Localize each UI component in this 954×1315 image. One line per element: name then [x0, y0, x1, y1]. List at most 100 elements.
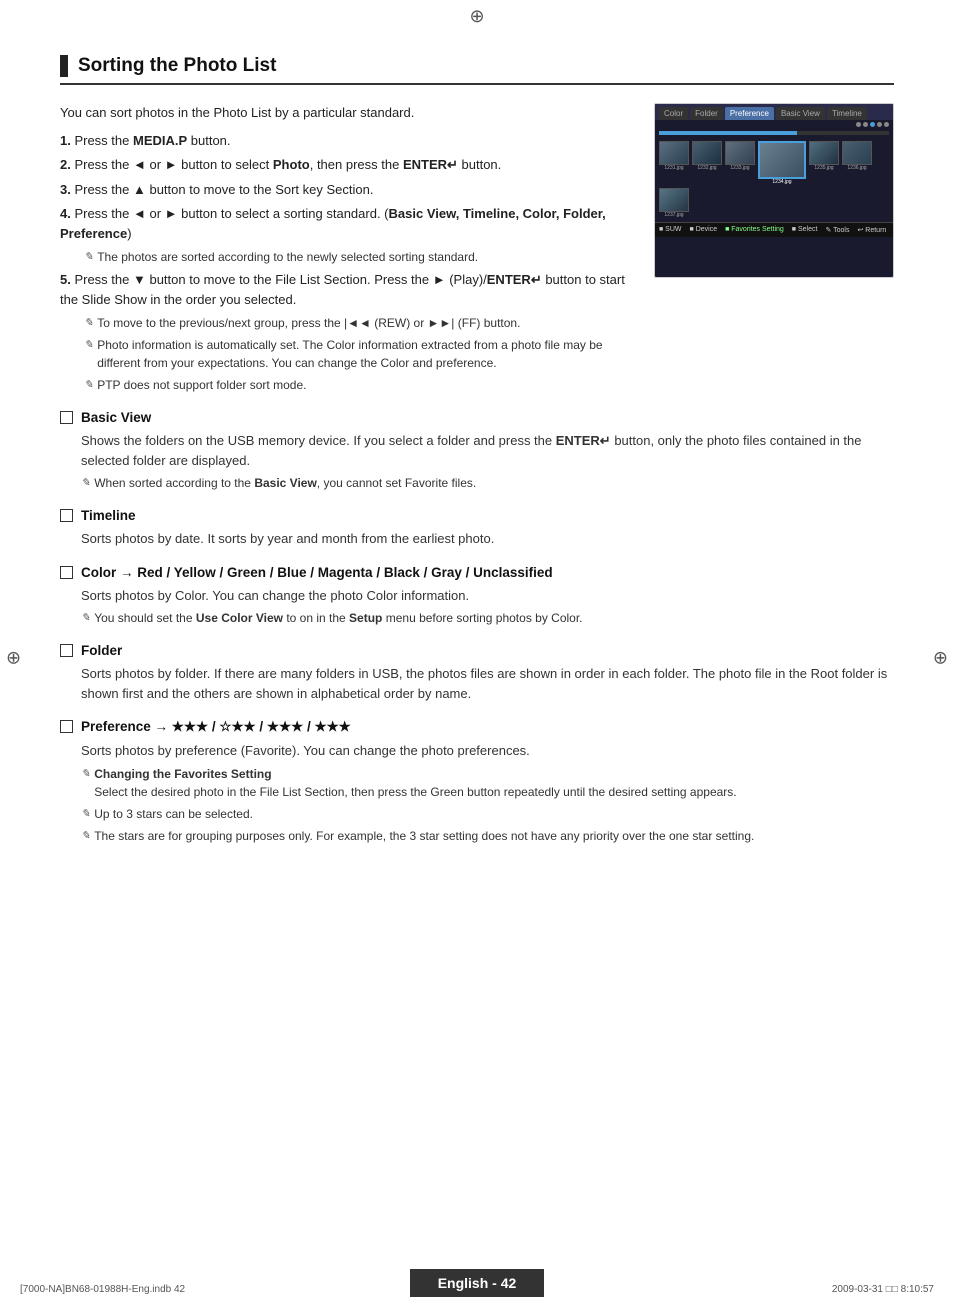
intro-first-line: You can sort photos in the Photo List by… [60, 103, 634, 123]
thumb-2: 1232.jpg [692, 141, 722, 185]
thumb-2-img [692, 141, 722, 165]
note-icon-5c: ✎ [84, 377, 93, 394]
folder-text: Sorts photos by folder. If there are man… [81, 664, 894, 703]
thumb-6-label: 1236.jpg [847, 165, 866, 171]
step-4-note-item: ✎ The photos are sorted according to the… [84, 248, 634, 266]
step-5-note-1-text: To move to the previous/next group, pres… [97, 314, 520, 332]
bb-favorites: ■ Favorites Setting [725, 226, 784, 234]
subsection-timeline-body: Sorts photos by date. It sorts by year a… [81, 529, 894, 549]
step-5-note-2-text: Photo information is automatically set. … [97, 336, 634, 372]
color-note: ✎ You should set the Use Color View to o… [81, 609, 894, 627]
note-icon-5b: ✎ [84, 337, 93, 354]
step-5-note-3: ✎ PTP does not support folder sort mode. [84, 376, 634, 394]
subsection-preference-header: Preference → ★★★ / ☆★★ / ★★★ / ★★★ [60, 719, 894, 735]
subsection-folder-header: Folder [60, 643, 894, 658]
subsection-color-title: Color → Red / Yellow / Green / Blue / Ma… [81, 565, 553, 580]
step-5-note-2: ✎ Photo information is automatically set… [84, 336, 634, 372]
subsection-folder-title: Folder [81, 643, 122, 658]
screenshot-tabs: Color Folder Preference Basic View Timel… [655, 104, 893, 120]
screenshot-dot-4 [877, 122, 882, 127]
checkbox-icon-timeline [60, 509, 73, 522]
thumb-7-img [659, 188, 689, 212]
bb-suw: ■ SUW [659, 226, 682, 234]
step-5-note-1: ✎ To move to the previous/next group, pr… [84, 314, 634, 332]
step-4-note: ✎ The photos are sorted according to the… [84, 248, 634, 266]
thumb-4: 1234.jpg [758, 141, 806, 185]
intro-text: You can sort photos in the Photo List by… [60, 103, 634, 400]
screenshot-mockup: Color Folder Preference Basic View Timel… [654, 103, 894, 278]
screenshot-tab-folder: Folder [690, 107, 723, 120]
screenshot-progress-bar [659, 131, 889, 135]
thumb-7-label: 1237.jpg [664, 212, 683, 218]
subsection-preference-body: Sorts photos by preference (Favorite). Y… [81, 741, 894, 845]
screenshot-bottom-bar: ■ SUW ■ Device ■ Favorites Setting ■ Sel… [655, 222, 893, 237]
screenshot-dots-row [655, 120, 893, 129]
step-1-num: 1. [60, 133, 71, 148]
subsection-timeline-header: Timeline [60, 508, 894, 523]
basic-view-note-text: When sorted according to the Basic View,… [94, 474, 476, 492]
subsection-color-header: Color → Red / Yellow / Green / Blue / Ma… [60, 565, 894, 580]
note-icon-basic-view: ✎ [81, 475, 90, 492]
thumb-3-img [725, 141, 755, 165]
step-3-num: 3. [60, 182, 71, 197]
subsection-basic-view-title: Basic View [81, 410, 151, 425]
screenshot-tab-timeline: Timeline [827, 107, 867, 120]
basic-view-note: ✎ When sorted according to the Basic Vie… [81, 474, 894, 492]
screenshot-tab-preference: Preference [725, 107, 774, 120]
checkbox-icon-preference [60, 720, 73, 733]
screenshot-dot-2 [863, 122, 868, 127]
preference-text: Sorts photos by preference (Favorite). Y… [81, 741, 894, 761]
color-text: Sorts photos by Color. You can change th… [81, 586, 894, 606]
basic-view-text: Shows the folders on the USB memory devi… [81, 431, 894, 470]
step-5: 5. Press the ▼ button to move to the Fil… [60, 270, 634, 309]
step-5-notes: ✎ To move to the previous/next group, pr… [84, 314, 634, 394]
step-4-num: 4. [60, 206, 71, 221]
subsection-preference-title: Preference → ★★★ / ☆★★ / ★★★ / ★★★ [81, 719, 351, 735]
subsection-color-body: Sorts photos by Color. You can change th… [81, 586, 894, 628]
note-icon-pref-2: ✎ [81, 806, 90, 823]
changing-favorites-heading: Changing the Favorites Setting [94, 767, 271, 781]
step-4: 4. Press the ◄ or ► button to select a s… [60, 204, 634, 243]
note-icon-pref-1: ✎ [81, 766, 90, 783]
step-5-num: 5. [60, 272, 71, 287]
thumb-2-label: 1232.jpg [697, 165, 716, 171]
thumb-5: 1235.jpg [809, 141, 839, 185]
footer-right: 2009-03-31 □□ 8:10:57 [832, 1284, 934, 1295]
screenshot-dot-1 [856, 122, 861, 127]
step-5-note-3-text: PTP does not support folder sort mode. [97, 376, 306, 394]
screenshot-tab-color: Color [659, 107, 688, 120]
bb-select: ■ Select [792, 226, 818, 234]
screenshot-dot-3 [870, 122, 875, 127]
thumb-1: 1231.jpg [659, 141, 689, 185]
crosshair-right-icon: ⊕ [933, 647, 948, 668]
screenshot-tab-basicview: Basic View [776, 107, 825, 120]
subsection-basic-view: Basic View Shows the folders on the USB … [60, 410, 894, 492]
subsection-timeline-title: Timeline [81, 508, 136, 523]
subsection-preference: Preference → ★★★ / ☆★★ / ★★★ / ★★★ Sorts… [60, 719, 894, 845]
changing-favorites-text: Select the desired photo in the File Lis… [94, 785, 736, 799]
page-number-box: English - 42 [410, 1269, 545, 1297]
bb-tools: ✎ Tools [825, 226, 849, 234]
thumb-5-label: 1235.jpg [814, 165, 833, 171]
thumb-4-label: 1234.jpg [772, 179, 791, 185]
footer-left: [7000-NA]BN68-01988H-Eng.indb 42 [20, 1284, 185, 1295]
step-3: 3. Press the ▲ button to move to the Sor… [60, 180, 634, 200]
thumb-6: 1236.jpg [842, 141, 872, 185]
thumb-1-img [659, 141, 689, 165]
intro-steps: 1. Press the MEDIA.P button. 2. Press th… [60, 131, 634, 395]
note-icon-5a: ✎ [84, 315, 93, 332]
thumb-3: 1233.jpg [725, 141, 755, 185]
preference-note-2: ✎ Up to 3 stars can be selected. [81, 805, 894, 823]
subsection-color: Color → Red / Yellow / Green / Blue / Ma… [60, 565, 894, 628]
color-note-text: You should set the Use Color View to on … [94, 609, 582, 627]
screenshot-progress-fill [659, 131, 797, 135]
preference-note-1-content: Changing the Favorites Setting Select th… [94, 765, 736, 801]
subsection-folder: Folder Sorts photos by folder. If there … [60, 643, 894, 703]
step-4-note-text: The photos are sorted according to the n… [97, 248, 478, 266]
crosshair-top-icon: ⊕ [469, 6, 484, 27]
subsection-folder-body: Sorts photos by folder. If there are man… [81, 664, 894, 703]
thumb-7: 1237.jpg [659, 188, 689, 218]
note-icon-color: ✎ [81, 610, 90, 627]
thumb-3-label: 1233.jpg [730, 165, 749, 171]
preference-note-3: ✎ The stars are for grouping purposes on… [81, 827, 894, 845]
